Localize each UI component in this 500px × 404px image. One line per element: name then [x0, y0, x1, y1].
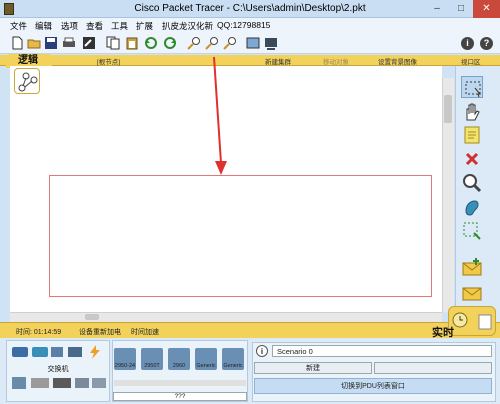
simulation-time: 时间: 01:14:59 [16, 329, 62, 336]
add-complex-pdu-icon[interactable] [461, 281, 483, 303]
close-button[interactable]: ✕ [473, 0, 500, 18]
toggle-pdu-list-button[interactable]: 切换到PDU列表窗口 [254, 378, 492, 394]
select-tool-icon[interactable] [461, 76, 483, 98]
zoom-reset-icon[interactable] [205, 36, 219, 50]
fast-forward-button[interactable]: 时间加速 [131, 327, 159, 337]
device-label: Generic [223, 363, 243, 369]
horizontal-scroll-thumb[interactable] [85, 314, 99, 320]
switch-category-icon[interactable] [32, 347, 48, 357]
wan-emulation-category-icon[interactable] [53, 378, 71, 388]
new-cluster-button[interactable]: 新建集群 [265, 56, 291, 66]
minimize-button[interactable]: – [425, 0, 449, 18]
device-label: 2960 [172, 363, 186, 369]
resize-shape-tool-icon[interactable] [461, 220, 483, 242]
help-icon[interactable]: ? [480, 37, 493, 50]
menu-extensions[interactable]: 扩展 [136, 20, 153, 32]
hub-category-icon[interactable] [51, 347, 63, 357]
note-tool-icon[interactable] [461, 124, 483, 146]
clock-icon [452, 312, 492, 330]
delete-tool-icon[interactable] [461, 148, 483, 170]
set-background-button[interactable]: 设置背景图像 [378, 56, 417, 66]
hand-tool-icon[interactable] [461, 100, 483, 122]
menu-options[interactable]: 选项 [61, 20, 78, 32]
print-icon[interactable] [62, 36, 76, 50]
scenario-info-icon[interactable]: i [256, 345, 268, 357]
selected-device-field: ??? [113, 392, 247, 401]
annotation-arrow [213, 56, 227, 175]
paste-icon[interactable] [125, 36, 139, 50]
menu-tools[interactable]: 工具 [111, 20, 128, 32]
cluster-topology-icon[interactable] [14, 68, 40, 94]
menu-edit[interactable]: 编辑 [35, 20, 52, 32]
viewport-button[interactable]: 视口区 [461, 56, 481, 66]
open-folder-icon[interactable] [27, 36, 41, 50]
add-simple-pdu-icon[interactable] [461, 257, 483, 279]
custom-device-icon[interactable] [264, 36, 278, 50]
menu-localization[interactable]: 扒皮龙汉化新 [162, 20, 213, 32]
new-file-icon[interactable] [10, 36, 24, 50]
delete-scenario-button[interactable] [374, 362, 492, 374]
annotation-rectangle [49, 175, 432, 297]
move-object-button[interactable]: 移动对象 [323, 56, 349, 66]
power-cycle-button[interactable]: 设备重新加电 [79, 327, 121, 337]
device-label: Generic [196, 363, 216, 369]
realtime-bar [0, 322, 500, 338]
device-label: 2950-24 [114, 363, 136, 369]
draw-shape-tool-icon[interactable] [461, 196, 483, 218]
menu-view[interactable]: 查看 [86, 20, 103, 32]
scenario-select[interactable]: Scenario 0 [272, 345, 492, 357]
redo-icon[interactable] [163, 36, 177, 50]
new-scenario-button[interactable]: 新建 [254, 362, 372, 374]
root-node-label[interactable]: [根节点] [97, 56, 120, 66]
info-icon[interactable]: i [461, 37, 474, 50]
wireless-category-icon[interactable] [68, 347, 82, 357]
undo-icon[interactable] [144, 36, 158, 50]
horizontal-scrollbar[interactable] [10, 312, 442, 322]
inspect-tool-icon[interactable] [461, 172, 483, 194]
activity-wizard-icon[interactable] [82, 36, 96, 50]
device-list-scrollbar[interactable] [114, 380, 246, 386]
custom-category-icon[interactable] [75, 378, 89, 388]
security-category-icon[interactable] [31, 378, 49, 388]
multiuser-category-icon[interactable] [92, 378, 106, 388]
router-category-icon[interactable] [12, 347, 28, 357]
device-category-label: 交换机 [47, 366, 69, 373]
end-device-category-icon[interactable] [12, 377, 26, 389]
realtime-mode-tab[interactable] [448, 306, 496, 336]
save-icon[interactable] [44, 36, 58, 50]
copy-icon[interactable] [106, 36, 120, 50]
connections-category-icon[interactable] [88, 345, 102, 359]
zoom-out-icon[interactable] [223, 36, 237, 50]
vertical-scroll-thumb[interactable] [444, 95, 452, 123]
zoom-in-icon[interactable] [187, 36, 201, 50]
drawing-palette-icon[interactable] [246, 36, 260, 50]
maximize-button[interactable]: □ [449, 0, 473, 18]
menu-file[interactable]: 文件 [10, 20, 27, 32]
menu-qq[interactable]: QQ:12798815 [217, 20, 270, 30]
workspace-bar [0, 55, 500, 66]
device-label: 2950T [144, 363, 160, 369]
